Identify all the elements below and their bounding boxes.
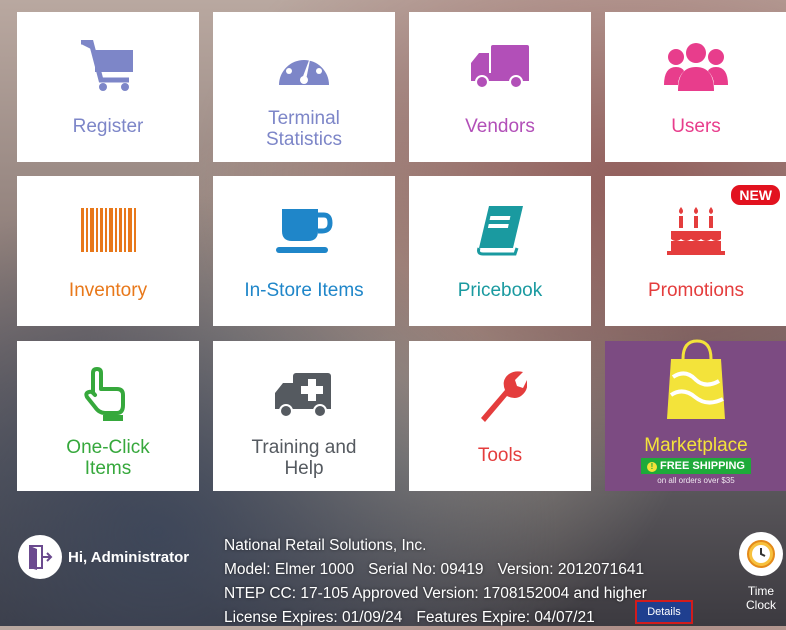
- time-clock-line1: Time: [747, 584, 775, 598]
- dashboard-gauge-icon: [269, 36, 339, 96]
- pricebook-label: Pricebook: [457, 280, 543, 301]
- company-name: National Retail Solutions, Inc.: [224, 537, 427, 554]
- serial-text: Serial No: 09419: [368, 561, 484, 578]
- vendors-tile[interactable]: Vendors: [409, 12, 591, 162]
- training-and-help-tile[interactable]: Training and Help: [213, 341, 395, 491]
- model-line: Model: Elmer 1000 Serial No: 09419 Version…: [224, 558, 647, 582]
- pointing-hand-icon: [73, 365, 143, 425]
- one-click-label-line2: Items: [84, 458, 132, 479]
- coffee-cup-icon: [269, 200, 339, 260]
- license-line: License Expires: 01/09/24 Features Expire…: [224, 606, 647, 630]
- wrench-icon: [465, 365, 535, 425]
- pricebook-tile[interactable]: Pricebook: [409, 176, 591, 326]
- license-text: License Expires: 01/09/24: [224, 609, 403, 626]
- users-group-icon: [661, 36, 731, 96]
- promotions-label: Promotions: [647, 280, 745, 301]
- one-click-items-label: One-Click Items: [17, 437, 199, 479]
- register-tile[interactable]: Register: [17, 12, 199, 162]
- time-clock-line2: Clock: [745, 598, 776, 612]
- inventory-label: Inventory: [68, 280, 148, 301]
- vendors-label: Vendors: [465, 116, 535, 137]
- ambulance-icon: [269, 365, 339, 425]
- register-label: Register: [72, 116, 144, 137]
- logout-button[interactable]: [18, 535, 62, 579]
- promotions-tile[interactable]: NEW Promotions: [605, 176, 786, 326]
- one-click-label-line1: One-Click: [66, 437, 150, 458]
- training-label-line2: Help: [284, 458, 324, 479]
- shipping-note: on all orders over $35: [657, 476, 735, 485]
- tools-label: Tools: [477, 445, 523, 466]
- in-store-items-label: In-Store Items: [244, 280, 364, 301]
- new-badge: NEW: [731, 185, 780, 205]
- cake-icon: [661, 200, 731, 260]
- info-icon: !: [647, 462, 658, 472]
- free-shipping-text: FREE SHIPPING: [660, 460, 745, 472]
- time-clock-button[interactable]: Time Clock: [738, 532, 784, 612]
- training-label-line1: Training and: [251, 437, 357, 458]
- cart-icon: [73, 36, 143, 96]
- in-store-items-tile[interactable]: In-Store Items: [213, 176, 395, 326]
- features-text: Features Expire: 04/07/21: [416, 609, 595, 626]
- tools-tile[interactable]: Tools: [409, 341, 591, 491]
- terminal-statistics-label: Terminal Statistics: [213, 108, 395, 150]
- system-info: National Retail Solutions, Inc. Model: E…: [224, 534, 647, 630]
- logout-icon: [29, 545, 53, 570]
- barcode-icon: [73, 200, 143, 260]
- clock-icon: [739, 532, 783, 576]
- one-click-items-tile[interactable]: One-Click Items: [17, 341, 199, 491]
- marketplace-tile[interactable]: Marketplace ! FREE SHIPPING on all orders…: [605, 339, 786, 491]
- training-and-help-label: Training and Help: [213, 437, 395, 479]
- book-icon: [465, 200, 535, 260]
- ntep-line: NTEP CC: 17-105 Approved Version: 170815…: [224, 585, 647, 602]
- inventory-tile[interactable]: Inventory: [17, 176, 199, 326]
- users-label: Users: [671, 116, 721, 137]
- terminal-statistics-tile[interactable]: Terminal Statistics: [213, 12, 395, 162]
- free-shipping-badge: ! FREE SHIPPING: [641, 458, 751, 474]
- user-greeting: Hi, Administrator: [18, 535, 189, 579]
- marketplace-label: Marketplace: [644, 435, 748, 456]
- terminal-label-line2: Statistics: [265, 129, 343, 150]
- model-text: Model: Elmer 1000: [224, 561, 355, 578]
- users-tile[interactable]: Users: [605, 12, 786, 162]
- version-text: Version: 2012071641: [497, 561, 645, 578]
- shopping-bag-icon: [661, 339, 731, 419]
- greeting-text: Hi, Administrator: [68, 548, 190, 566]
- details-button[interactable]: Details: [635, 600, 693, 624]
- truck-icon: [465, 36, 535, 96]
- terminal-label-line1: Terminal: [268, 108, 340, 129]
